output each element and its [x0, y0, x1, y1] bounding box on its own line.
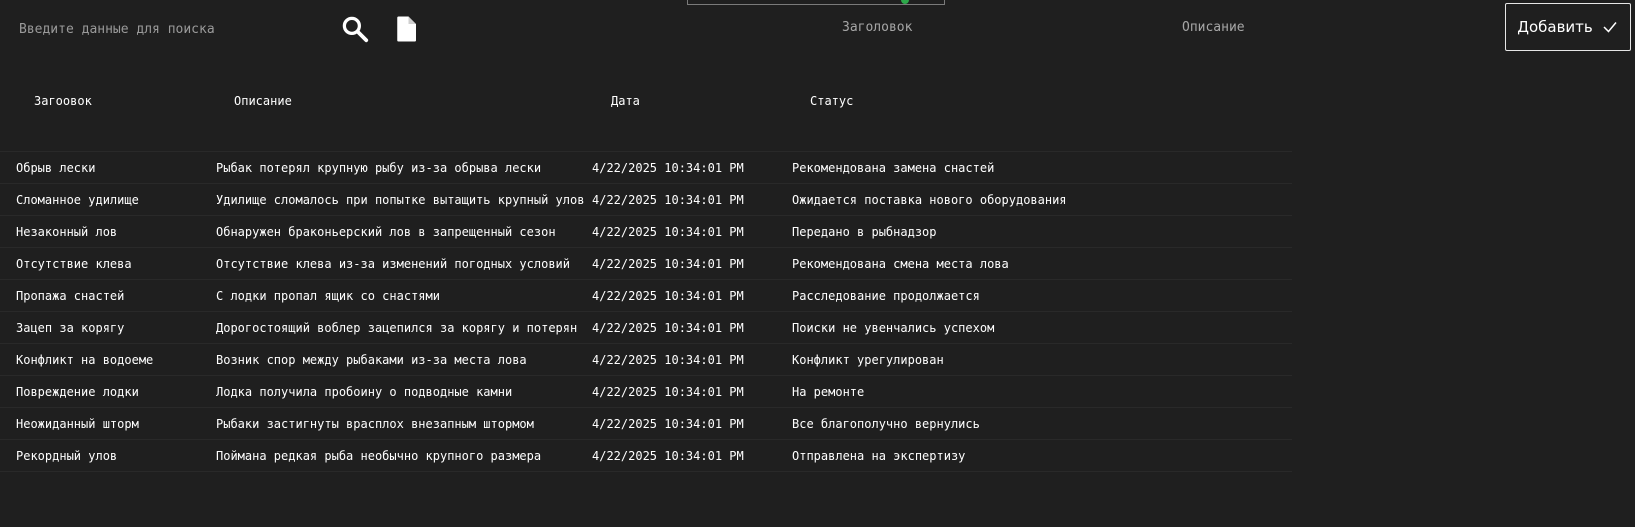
incidents-table: Загоовок Описание Дата Статус Обрыв леск…	[0, 82, 1292, 472]
cell-date: 4/22/2025 10:34:01 PM	[592, 247, 792, 280]
description-field[interactable]	[1182, 20, 1422, 35]
cell-description: Удилище сломалось при попытке вытащить к…	[216, 183, 592, 216]
table-header-row: Загоовок Описание Дата Статус	[0, 82, 1292, 120]
search-icon	[342, 16, 369, 43]
cell-date: 4/22/2025 10:34:01 PM	[592, 279, 792, 312]
table-row[interactable]: Незаконный лов Обнаружен браконьерский ло…	[0, 215, 1292, 248]
cell-description: Лодка получила пробоину о подводные камн…	[216, 375, 592, 408]
check-icon	[1603, 22, 1617, 33]
table-row[interactable]: Пропажа снастей С лодки пропал ящик со сн…	[0, 279, 1292, 312]
column-header-description[interactable]: Описание	[216, 82, 592, 120]
table-row[interactable]: Неожиданный шторм Рыбаки застигнуты врасп…	[0, 407, 1292, 440]
cell-description: Поймана редкая рыба необычно крупного ра…	[216, 439, 592, 472]
file-icon	[397, 16, 416, 42]
cell-status: Ожидается поставка нового оборудования	[792, 183, 1292, 216]
table-body: Обрыв лески Рыбак потерял крупную рыбу из…	[0, 151, 1292, 472]
cell-date: 4/22/2025 10:34:01 PM	[592, 151, 792, 184]
cell-date: 4/22/2025 10:34:01 PM	[592, 407, 792, 440]
search-button[interactable]	[340, 14, 370, 44]
cell-status: Поиски не увенчались успехом	[792, 311, 1292, 344]
cell-status: Расследование продолжается	[792, 279, 1292, 312]
cell-status: Передано в рыбнадзор	[792, 215, 1292, 248]
add-button-label: Добавить	[1517, 18, 1593, 36]
cell-status: Все благополучно вернулись	[792, 407, 1292, 440]
table-row[interactable]: Обрыв лески Рыбак потерял крупную рыбу из…	[0, 151, 1292, 184]
column-header-status[interactable]: Статус	[792, 82, 1292, 120]
cell-date: 4/22/2025 10:34:01 PM	[592, 439, 792, 472]
cell-status: На ремонте	[792, 375, 1292, 408]
status-dot	[901, 0, 909, 4]
cell-title: Повреждение лодки	[0, 375, 216, 408]
title-field[interactable]	[842, 20, 1082, 35]
cell-status: Конфликт урегулирован	[792, 343, 1292, 376]
cell-description: Отсутствие клева из-за изменений погодны…	[216, 247, 592, 280]
cell-title: Неожиданный шторм	[0, 407, 216, 440]
search-input[interactable]	[12, 14, 326, 44]
add-button[interactable]: Добавить	[1505, 3, 1631, 51]
cell-description: С лодки пропал ящик со снастями	[216, 279, 592, 312]
toolbar: Добавить	[0, 0, 1635, 60]
cell-title: Рекордный улов	[0, 439, 216, 472]
cell-title: Зацеп за корягу	[0, 311, 216, 344]
cell-status: Рекомендована замена снастей	[792, 151, 1292, 184]
table-row[interactable]: Рекордный улов Поймана редкая рыба необыч…	[0, 439, 1292, 472]
table-row[interactable]: Конфликт на водоеме Возник спор между рыб…	[0, 343, 1292, 376]
table-row[interactable]: Повреждение лодки Лодка получила пробоину…	[0, 375, 1292, 408]
table-row[interactable]: Отсутствие клева Отсутствие клева из-за и…	[0, 247, 1292, 280]
cell-description: Возник спор между рыбаками из-за места л…	[216, 343, 592, 376]
table-row[interactable]: Сломанное удилище Удилище сломалось при п…	[0, 183, 1292, 216]
cell-description: Дорогостоящий воблер зацепился за корягу…	[216, 311, 592, 344]
cell-status: Отправлена на экспертизу	[792, 439, 1292, 472]
cell-date: 4/22/2025 10:34:01 PM	[592, 183, 792, 216]
cell-description: Обнаружен браконьерский лов в запрещенны…	[216, 215, 592, 248]
cell-title: Незаконный лов	[0, 215, 216, 248]
cell-description: Рыбак потерял крупную рыбу из-за обрыва …	[216, 151, 592, 184]
cell-date: 4/22/2025 10:34:01 PM	[592, 311, 792, 344]
cell-title: Обрыв лески	[0, 151, 216, 184]
column-header-title[interactable]: Загоовок	[0, 82, 216, 120]
file-button[interactable]	[391, 14, 421, 44]
cell-title: Отсутствие клева	[0, 247, 216, 280]
cell-title: Конфликт на водоеме	[0, 343, 216, 376]
column-header-date[interactable]: Дата	[592, 82, 792, 120]
cell-title: Сломанное удилище	[0, 183, 216, 216]
cell-date: 4/22/2025 10:34:01 PM	[592, 343, 792, 376]
window-handle	[687, 0, 945, 5]
cell-status: Рекомендована смена места лова	[792, 247, 1292, 280]
cell-date: 4/22/2025 10:34:01 PM	[592, 215, 792, 248]
cell-date: 4/22/2025 10:34:01 PM	[592, 375, 792, 408]
cell-description: Рыбаки застигнуты врасплох внезапным што…	[216, 407, 592, 440]
table-row[interactable]: Зацеп за корягу Дорогостоящий воблер заце…	[0, 311, 1292, 344]
cell-title: Пропажа снастей	[0, 279, 216, 312]
